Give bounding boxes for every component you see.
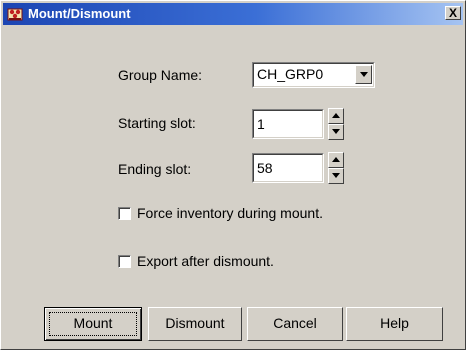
starting-slot-label: Starting slot: (118, 115, 196, 131)
mount-dismount-dialog: Mount/Dismount X Group Name: CH_GRP0 Sta… (0, 0, 466, 350)
arrow-up-icon (332, 113, 340, 118)
arrow-down-icon (332, 173, 340, 178)
dismount-button[interactable]: Dismount (148, 307, 242, 341)
starting-slot-input[interactable]: 1 (252, 109, 324, 139)
dismount-button-label: Dismount (165, 315, 225, 331)
ending-slot-spinner (328, 152, 344, 184)
help-button[interactable]: Help (346, 307, 443, 341)
title-bar[interactable]: Mount/Dismount X (3, 3, 463, 25)
starting-slot-value: 1 (257, 116, 265, 132)
force-inventory-checkbox[interactable] (118, 207, 131, 220)
ending-slot-label: Ending slot: (118, 161, 192, 177)
arrow-up-icon (332, 157, 340, 162)
force-inventory-label[interactable]: Force inventory during mount. (137, 205, 323, 221)
close-icon: X (448, 6, 457, 20)
cancel-button[interactable]: Cancel (247, 307, 343, 341)
ending-slot-increment-button[interactable] (328, 152, 344, 168)
cancel-button-label: Cancel (273, 315, 317, 331)
ending-slot-input[interactable]: 58 (252, 153, 324, 183)
help-button-label: Help (380, 315, 409, 331)
group-name-value: CH_GRP0 (257, 66, 324, 82)
app-icon (7, 6, 23, 22)
focus-indicator (49, 312, 137, 336)
group-name-dropdown-button[interactable] (355, 65, 372, 84)
ending-slot-value: 58 (257, 160, 273, 176)
mount-button[interactable]: Mount (44, 307, 142, 341)
export-after-dismount-label[interactable]: Export after dismount. (137, 253, 274, 269)
ending-slot-decrement-button[interactable] (328, 168, 344, 184)
starting-slot-decrement-button[interactable] (328, 124, 344, 140)
arrow-down-icon (332, 129, 340, 134)
close-button[interactable]: X (445, 6, 461, 20)
starting-slot-increment-button[interactable] (328, 108, 344, 124)
chevron-down-icon (360, 72, 368, 77)
group-name-label: Group Name: (118, 67, 203, 83)
starting-slot-spinner (328, 108, 344, 140)
export-after-dismount-checkbox[interactable] (118, 255, 131, 268)
group-name-combobox[interactable]: CH_GRP0 (252, 62, 375, 88)
window-title: Mount/Dismount (28, 6, 131, 21)
